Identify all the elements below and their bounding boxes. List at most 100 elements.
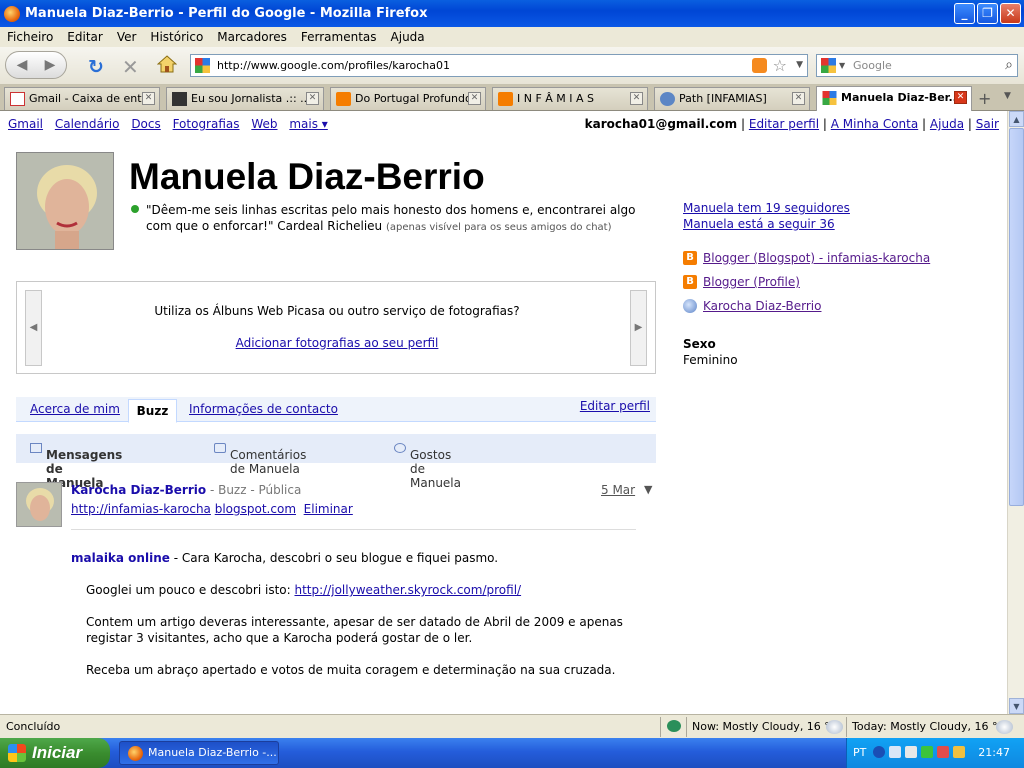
post-header: Karocha Diaz-Berrio - Buzz - Pública: [71, 483, 301, 497]
add-photos-link[interactable]: Adicionar fotografias ao seu perfil: [236, 336, 439, 350]
search-engine-dropdown-icon[interactable]: ▼: [839, 55, 845, 76]
back-arrow-icon[interactable]: [873, 746, 885, 758]
tab-contact-info[interactable]: Informações de contacto: [189, 402, 338, 416]
commenter-name[interactable]: malaika online: [71, 551, 170, 565]
search-engine-icon[interactable]: [821, 58, 836, 73]
back-button[interactable]: ◀: [10, 54, 34, 76]
new-tab-icon[interactable]: +: [978, 89, 991, 108]
scroll-up-icon[interactable]: ▲: [1009, 111, 1024, 127]
rss-icon[interactable]: [752, 58, 767, 73]
my-account-link[interactable]: A Minha Conta: [831, 117, 918, 131]
search-box[interactable]: ▼ Google ⌕: [816, 54, 1018, 77]
tab-infamias[interactable]: I N F Â M I A S ✕: [492, 87, 648, 110]
post-date[interactable]: 5 Mar: [601, 483, 635, 497]
weather-today[interactable]: Today: Mostly Cloudy, 16 °C: [852, 720, 1005, 733]
gbar-web[interactable]: Web: [251, 117, 277, 131]
gbar-gmail[interactable]: Gmail: [8, 117, 43, 131]
menu-ficheiro[interactable]: Ficheiro: [0, 30, 60, 44]
post-link-part2[interactable]: blogspot.com: [215, 502, 296, 516]
post-avatar[interactable]: [16, 482, 62, 527]
page-content: Gmail Calendário Docs Fotografias Web ma…: [0, 111, 1007, 714]
delete-post-link[interactable]: Eliminar: [304, 502, 353, 516]
tab-label: Manuela Diaz-Ber...: [841, 91, 962, 104]
profile-photo[interactable]: [16, 152, 114, 250]
scroll-down-icon[interactable]: ▼: [1009, 698, 1024, 714]
url-bar[interactable]: http://www.google.com/profiles/karocha01…: [190, 54, 808, 77]
maximize-button[interactable]: ❐: [977, 3, 998, 24]
sidebar-link-blogspot[interactable]: Blogger (Blogspot) - infamias-karocha: [703, 251, 930, 265]
edit-profile-link[interactable]: Editar perfil: [749, 117, 819, 131]
menu-ajuda[interactable]: Ajuda: [384, 30, 432, 44]
cloud-icon: [826, 720, 843, 734]
sidebar-link-karocha[interactable]: Karocha Diaz-Berrio: [703, 299, 821, 313]
tab-close-icon[interactable]: ✕: [630, 92, 643, 105]
next-photo-icon[interactable]: ▶: [630, 290, 647, 366]
tab-close-icon[interactable]: ✕: [954, 91, 967, 104]
subtab-label: Comentários de Manuela: [230, 448, 307, 476]
weather-now[interactable]: Now: Mostly Cloudy, 16 °C: [692, 720, 837, 733]
gbar-docs[interactable]: Docs: [131, 117, 160, 131]
navigation-toolbar: ◀ ▶ ↻ ✕ http://www.google.com/profiles/k…: [0, 47, 1024, 85]
tray-app-icon[interactable]: [953, 746, 965, 758]
tab-buzz[interactable]: Buzz: [128, 399, 177, 423]
signal-icon[interactable]: [921, 746, 933, 758]
status-note: (apenas visível para os seus amigos do c…: [385, 222, 612, 233]
post-link-part1[interactable]: http://infamias-karocha: [71, 502, 211, 516]
tab-close-icon[interactable]: ✕: [142, 92, 155, 105]
tab-path-infamias[interactable]: Path [INFAMIAS] ✕: [654, 87, 810, 110]
mail-icon[interactable]: [937, 746, 949, 758]
tab-list-icon[interactable]: ▼: [1004, 91, 1011, 101]
sidebar-link-blogger-profile[interactable]: Blogger (Profile): [703, 275, 800, 289]
gbar-more[interactable]: mais ▾: [289, 117, 327, 131]
help-link[interactable]: Ajuda: [930, 117, 964, 131]
subtab-posts[interactable]: Mensagens de Manuela: [30, 441, 122, 490]
comment-paragraph: Receba um abraço apertado e votos de mui…: [86, 663, 616, 677]
vertical-scrollbar[interactable]: ▲ ▼: [1007, 111, 1024, 714]
speaker-icon[interactable]: [905, 746, 917, 758]
post-menu-icon[interactable]: ▼: [644, 483, 652, 496]
bookmark-star-icon[interactable]: ☆: [773, 55, 787, 76]
menu-historico[interactable]: Histórico: [143, 30, 210, 44]
comment-intro: - Cara Karocha, descobri o seu blogue e …: [173, 551, 499, 565]
minimize-button[interactable]: _: [954, 3, 975, 24]
tab-portugal-profundo[interactable]: Do Portugal Profundo ✕: [330, 87, 486, 110]
tab-about-me[interactable]: Acerca de mim: [30, 402, 120, 416]
subtab-comments[interactable]: Comentários de Manuela: [214, 441, 306, 476]
forward-button[interactable]: ▶: [38, 54, 62, 76]
prev-photo-icon[interactable]: ◀: [25, 290, 42, 366]
menu-editar[interactable]: Editar: [60, 30, 110, 44]
tab-manuela-profile[interactable]: Manuela Diaz-Ber... ✕: [816, 86, 972, 111]
subtab-likes[interactable]: Gostos de Manuela: [394, 441, 461, 490]
stop-icon[interactable]: ✕: [122, 55, 139, 79]
tab-close-icon[interactable]: ✕: [468, 92, 481, 105]
following-link[interactable]: Manuela está a seguir 36: [683, 217, 835, 231]
sign-out-link[interactable]: Sair: [976, 117, 999, 131]
gbar-calendar[interactable]: Calendário: [55, 117, 120, 131]
language-indicator[interactable]: PT: [853, 746, 866, 759]
followers-link[interactable]: Manuela tem 19 seguidores: [683, 201, 850, 215]
scroll-thumb[interactable]: [1009, 128, 1024, 506]
gbar-photos[interactable]: Fotografias: [173, 117, 240, 131]
tab-close-icon[interactable]: ✕: [792, 92, 805, 105]
tab-eu-sou-jornalista[interactable]: Eu sou Jornalista .:: ... ✕: [166, 87, 324, 110]
taskbar-firefox-window[interactable]: Manuela Diaz-Berrio -...: [119, 741, 279, 765]
comment-link[interactable]: http://jollyweather.skyrock.com/profil/: [294, 583, 521, 597]
url-dropdown-icon[interactable]: ▼: [796, 55, 803, 76]
close-button[interactable]: ✕: [1000, 3, 1021, 24]
like-icon: [394, 443, 406, 453]
security-icon[interactable]: [667, 720, 681, 732]
reload-icon[interactable]: ↻: [88, 56, 104, 78]
home-icon[interactable]: [157, 55, 177, 73]
status-message: "Dêem-me seis linhas escritas pelo mais …: [146, 202, 656, 236]
menu-ver[interactable]: Ver: [110, 30, 144, 44]
menu-ferramentas[interactable]: Ferramentas: [294, 30, 384, 44]
menu-marcadores[interactable]: Marcadores: [210, 30, 294, 44]
tab-gmail[interactable]: Gmail - Caixa de ent... ✕: [4, 87, 160, 110]
divider: [660, 717, 661, 737]
search-icon[interactable]: ⌕: [1005, 55, 1013, 76]
post-author[interactable]: Karocha Diaz-Berrio: [71, 483, 206, 497]
start-button[interactable]: Iniciar: [0, 738, 110, 768]
edit-profile-tab-link[interactable]: Editar perfil: [580, 399, 650, 413]
network-icon[interactable]: [889, 746, 901, 758]
tab-close-icon[interactable]: ✕: [306, 92, 319, 105]
